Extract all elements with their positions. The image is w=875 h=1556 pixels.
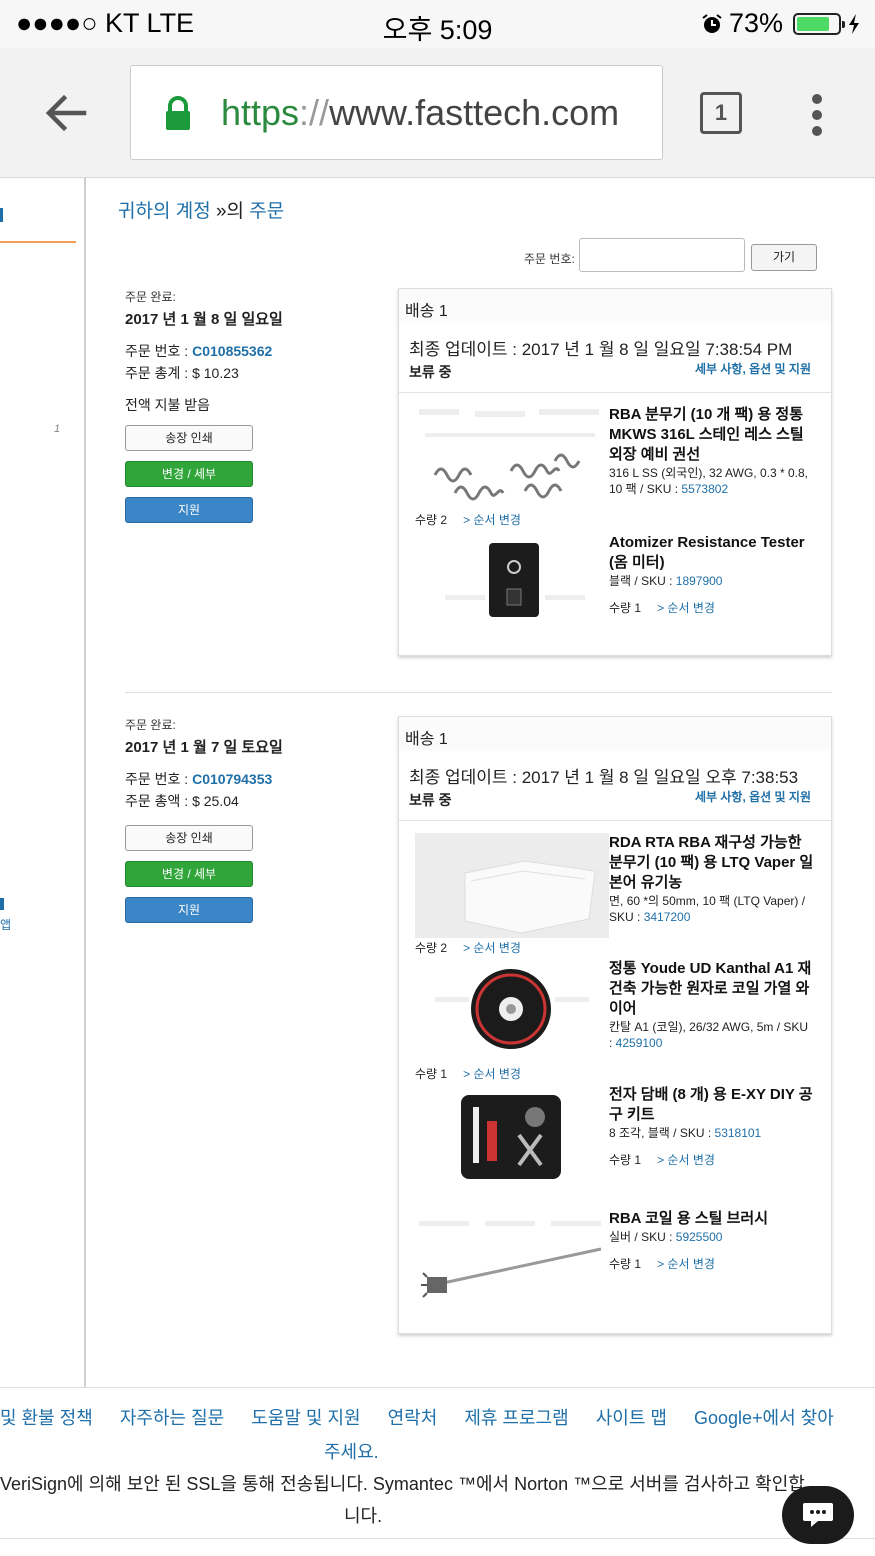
- order-number-link[interactable]: C010855362: [192, 343, 272, 359]
- shipment-panel: 배송 1 최종 업데이트 : 2017 년 1 월 8 일 일요일 7:38:5…: [398, 288, 832, 656]
- url-text: https://www.fasttech.com: [221, 92, 620, 133]
- shipment-title: 배송 1: [399, 289, 831, 323]
- support-button[interactable]: 지원: [125, 897, 253, 923]
- order-date: 2017 년 1 월 8 일 일요일: [125, 311, 283, 328]
- shipment-status: 보류 중: [409, 364, 452, 380]
- order-summary: 주문 완료: 2017 년 1 월 8 일 일요일 주문 번호 : C01085…: [125, 288, 283, 523]
- order-number-label: 주문 번호:: [524, 252, 575, 266]
- order-date: 2017 년 1 월 7 일 토요일: [125, 739, 283, 756]
- product-image[interactable]: [415, 1209, 609, 1309]
- security-note: VeriSign에 의해 보안 된 SSL을 통해 전송됩니다. Symante…: [0, 1474, 805, 1494]
- sidebar-fragment: 1: [54, 423, 61, 435]
- quantity: 수량 1: [609, 1153, 642, 1167]
- shipment-updated: 최종 업데이트 : 2017 년 1 월 8 일 일요일 7:38:54 PM: [409, 340, 793, 359]
- chat-button[interactable]: [782, 1486, 854, 1544]
- order-total: 주문 총계 : $ 10.23: [125, 365, 239, 381]
- status-bar: ●●●●○ KT LTE 오후 5:09 73%: [0, 0, 875, 48]
- reorder-link[interactable]: > 순서 변경: [463, 941, 521, 955]
- breadcrumb-account-link[interactable]: 귀하의 계정: [118, 201, 211, 222]
- footer-link-contact[interactable]: 연락처: [388, 1408, 438, 1428]
- reorder-link[interactable]: > 순서 변경: [463, 513, 521, 527]
- product-name[interactable]: RBA 코일 용 스틸 브러시: [609, 1209, 814, 1229]
- product-image[interactable]: [415, 959, 609, 1059]
- quantity: 수량 1: [609, 1257, 642, 1271]
- charging-bolt-icon: [849, 13, 859, 34]
- back-arrow-icon[interactable]: [40, 88, 90, 138]
- sku-link[interactable]: 5573802: [681, 482, 728, 496]
- sidebar-app-link[interactable]: 앱: [0, 916, 11, 933]
- reorder-link[interactable]: > 순서 변경: [657, 601, 715, 615]
- sku-link[interactable]: 4259100: [616, 1036, 663, 1050]
- shipment-details-link[interactable]: 세부 사항, 옵션 및 지원: [695, 360, 811, 377]
- order-divider: [125, 692, 832, 693]
- order-total: 주문 총액 : $ 25.04: [125, 793, 239, 809]
- support-button[interactable]: 지원: [125, 497, 253, 523]
- quantity: 수량 2: [415, 513, 448, 527]
- footer-link-sitemap[interactable]: 사이트 맵: [596, 1408, 667, 1428]
- footer-link-help[interactable]: 도움말 및 지원: [251, 1408, 360, 1428]
- footer-link-refund-policy[interactable]: 및 환불 정책: [0, 1408, 93, 1428]
- order-summary: 주문 완료: 2017 년 1 월 7 일 토요일 주문 번호 : C01079…: [125, 716, 283, 923]
- footer-link-affiliate[interactable]: 제휴 프로그램: [464, 1408, 568, 1428]
- product-image[interactable]: [415, 405, 609, 510]
- sku-link[interactable]: 5318101: [715, 1126, 762, 1140]
- shipment-status: 보류 중: [409, 792, 452, 808]
- address-bar[interactable]: https://www.fasttech.com: [130, 65, 663, 160]
- footer: 및 환불 정책 자주하는 질문 도움말 및 지원 연락처 제휴 프로그램 사이트…: [0, 1387, 875, 1539]
- shipment-panel: 배송 1 최종 업데이트 : 2017 년 1 월 8 일 일요일 오후 7:3…: [398, 716, 832, 1334]
- battery-icon: [793, 12, 845, 35]
- product-name[interactable]: RDA RTA RBA 재구성 가능한 분무기 (10 팩) 용 LTQ Vap…: [609, 833, 814, 893]
- left-sidebar-edge: 1 앱: [0, 178, 86, 1387]
- reorder-link[interactable]: > 순서 변경: [657, 1153, 715, 1167]
- product-name[interactable]: 정통 Youde UD Kanthal A1 재건축 가능한 원자로 코일 가열…: [609, 959, 814, 1019]
- product-image[interactable]: [415, 833, 609, 938]
- battery-percent: 73%: [728, 8, 783, 38]
- breadcrumb-orders-link[interactable]: 주문: [249, 201, 284, 222]
- reorder-link[interactable]: > 순서 변경: [657, 1257, 715, 1271]
- browser-toolbar: https://www.fasttech.com 1: [0, 48, 875, 178]
- product-name[interactable]: Atomizer Resistance Tester (옴 미터): [609, 533, 814, 573]
- footer-links: 및 환불 정책 자주하는 질문 도움말 및 지원 연락처 제휴 프로그램 사이트…: [0, 1404, 875, 1430]
- print-invoice-button[interactable]: 송장 인쇄: [125, 425, 253, 451]
- product-image[interactable]: [415, 1085, 609, 1185]
- sku-link[interactable]: 5925500: [676, 1230, 723, 1244]
- chat-bubble-icon: [803, 1503, 833, 1527]
- breadcrumb: 귀하의 계정 »의 주문: [118, 201, 285, 222]
- quantity: 수량 2: [415, 941, 448, 955]
- footer-link-faq[interactable]: 자주하는 질문: [120, 1408, 224, 1428]
- shipment-title: 배송 1: [399, 717, 831, 751]
- sidebar-accent-line: [0, 241, 76, 243]
- change-details-button[interactable]: 변경 / 세부: [125, 861, 253, 887]
- product-name[interactable]: RBA 분무기 (10 개 팩) 용 정통 MKWS 316L 스테인 레스 스…: [609, 405, 814, 465]
- overflow-menu-icon[interactable]: [812, 94, 822, 142]
- alarm-icon: [702, 13, 722, 33]
- payment-status: 전액 지불 받음: [125, 397, 211, 413]
- shipment-details-link[interactable]: 세부 사항, 옵션 및 지원: [695, 788, 811, 805]
- footer-link-google-plus[interactable]: Google+에서 찾아: [694, 1408, 834, 1428]
- change-details-button[interactable]: 변경 / 세부: [125, 461, 253, 487]
- print-invoice-button[interactable]: 송장 인쇄: [125, 825, 253, 851]
- sku-link[interactable]: 1897900: [676, 574, 723, 588]
- order-number-input[interactable]: [579, 238, 745, 272]
- sku-link[interactable]: 3417200: [644, 910, 691, 924]
- product-image[interactable]: [415, 533, 609, 638]
- tab-switcher-button[interactable]: 1: [700, 92, 742, 134]
- quantity: 수량 1: [415, 1067, 448, 1081]
- footer-link-google-plus-tail[interactable]: 주세요.: [324, 1442, 379, 1462]
- security-note-tail: 니다.: [344, 1506, 383, 1526]
- reorder-link[interactable]: > 순서 변경: [463, 1067, 521, 1081]
- lock-icon: [166, 96, 190, 130]
- product-name[interactable]: 전자 담배 (8 개) 용 E-XY DIY 공구 키트: [609, 1085, 814, 1125]
- go-button[interactable]: 가기: [751, 244, 817, 271]
- quantity: 수량 1: [609, 601, 642, 615]
- order-number-link[interactable]: C010794353: [192, 771, 272, 787]
- shipment-updated: 최종 업데이트 : 2017 년 1 월 8 일 일요일 오후 7:38:53: [409, 768, 799, 787]
